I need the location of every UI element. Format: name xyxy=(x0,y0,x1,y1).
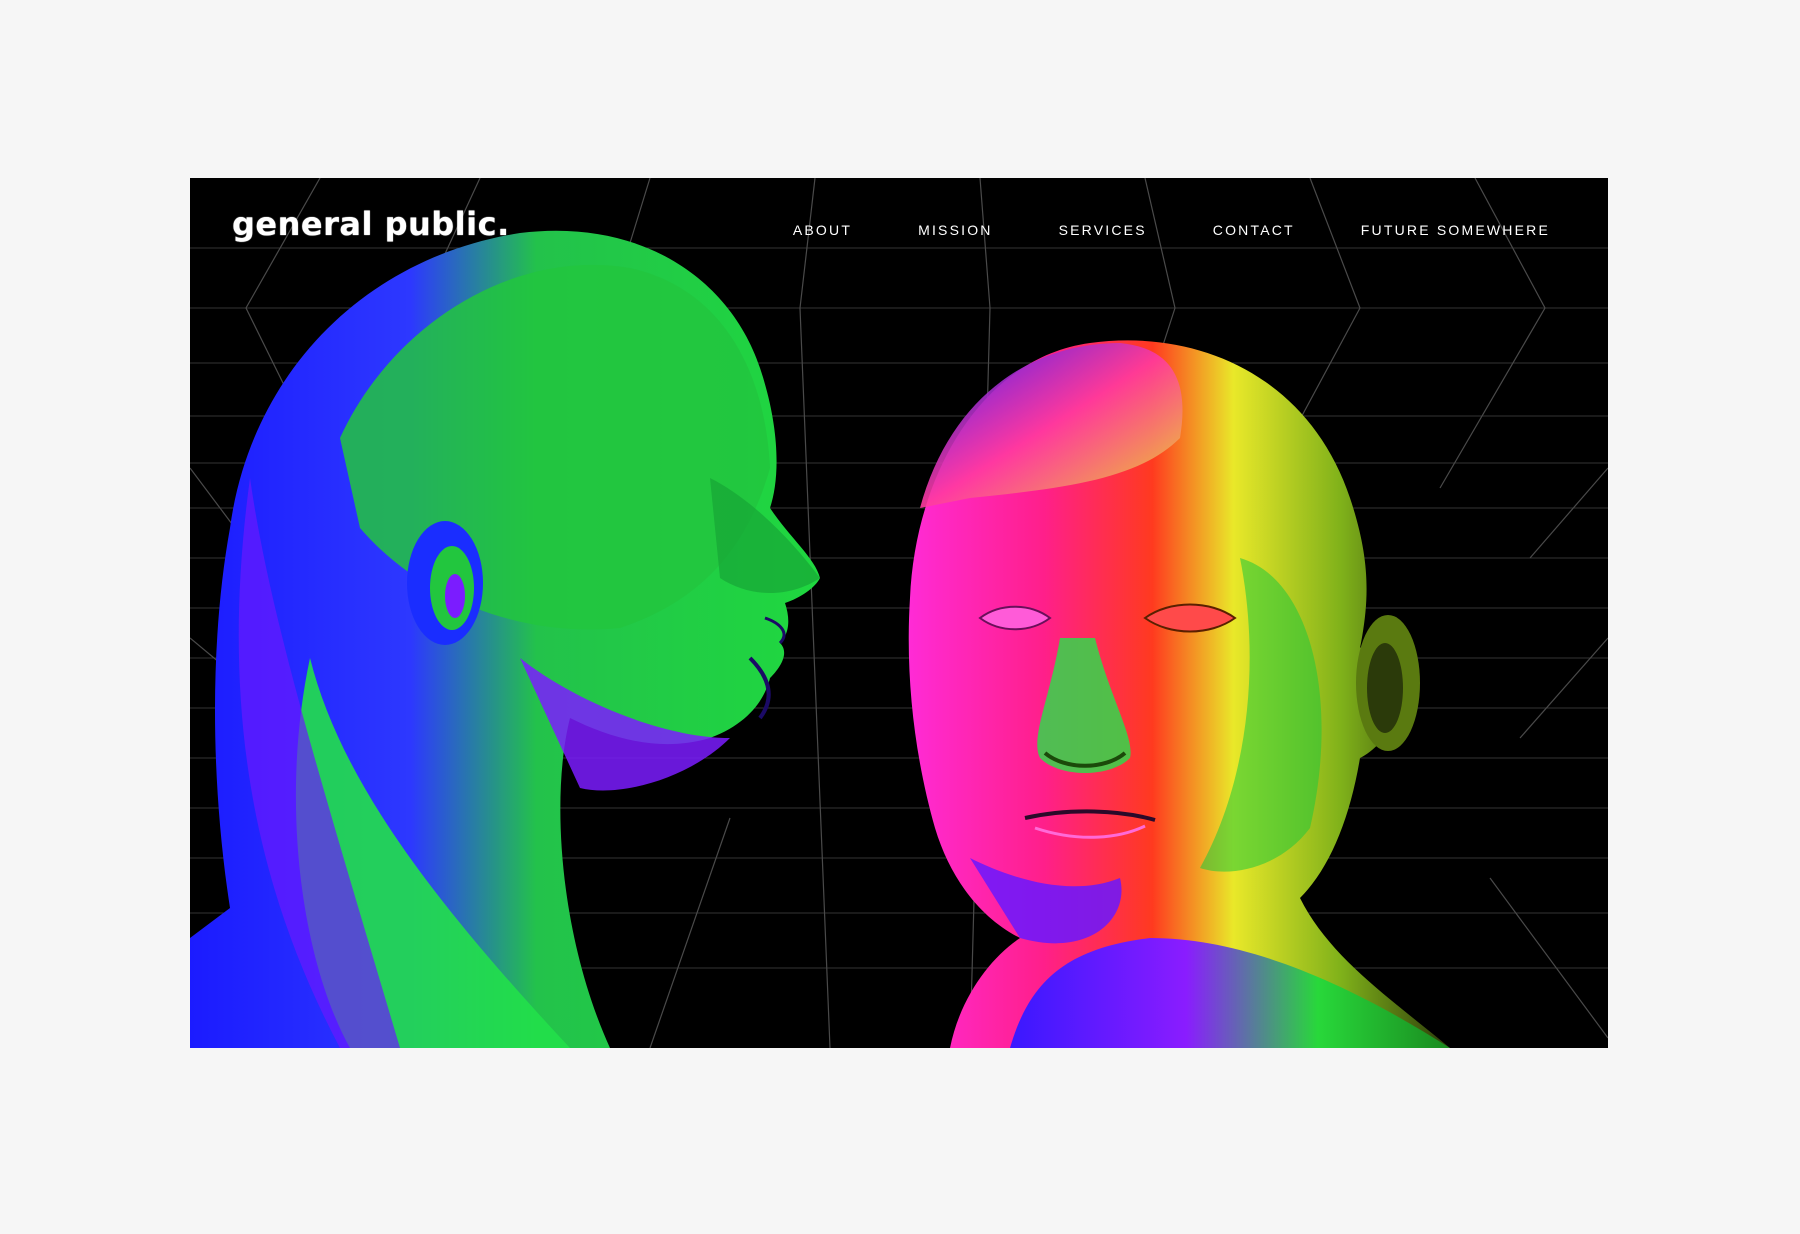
main-nav: ABOUT MISSION SERVICES CONTACT FUTURE SO… xyxy=(793,222,1550,238)
brand-logo[interactable]: general public. xyxy=(232,208,510,240)
nav-item-future-somewhere[interactable]: FUTURE SOMEWHERE xyxy=(1361,222,1550,238)
nav-item-contact[interactable]: CONTACT xyxy=(1213,222,1295,238)
nav-item-about[interactable]: ABOUT xyxy=(793,222,852,238)
left-head xyxy=(190,230,820,1048)
hero-illustration xyxy=(190,178,1608,1048)
nav-item-mission[interactable]: MISSION xyxy=(918,222,993,238)
right-head xyxy=(908,340,1450,1048)
page: general public. ABOUT MISSION SERVICES C… xyxy=(0,0,1800,1234)
hero-section: general public. ABOUT MISSION SERVICES C… xyxy=(190,178,1608,1048)
nav-item-services[interactable]: SERVICES xyxy=(1059,222,1147,238)
